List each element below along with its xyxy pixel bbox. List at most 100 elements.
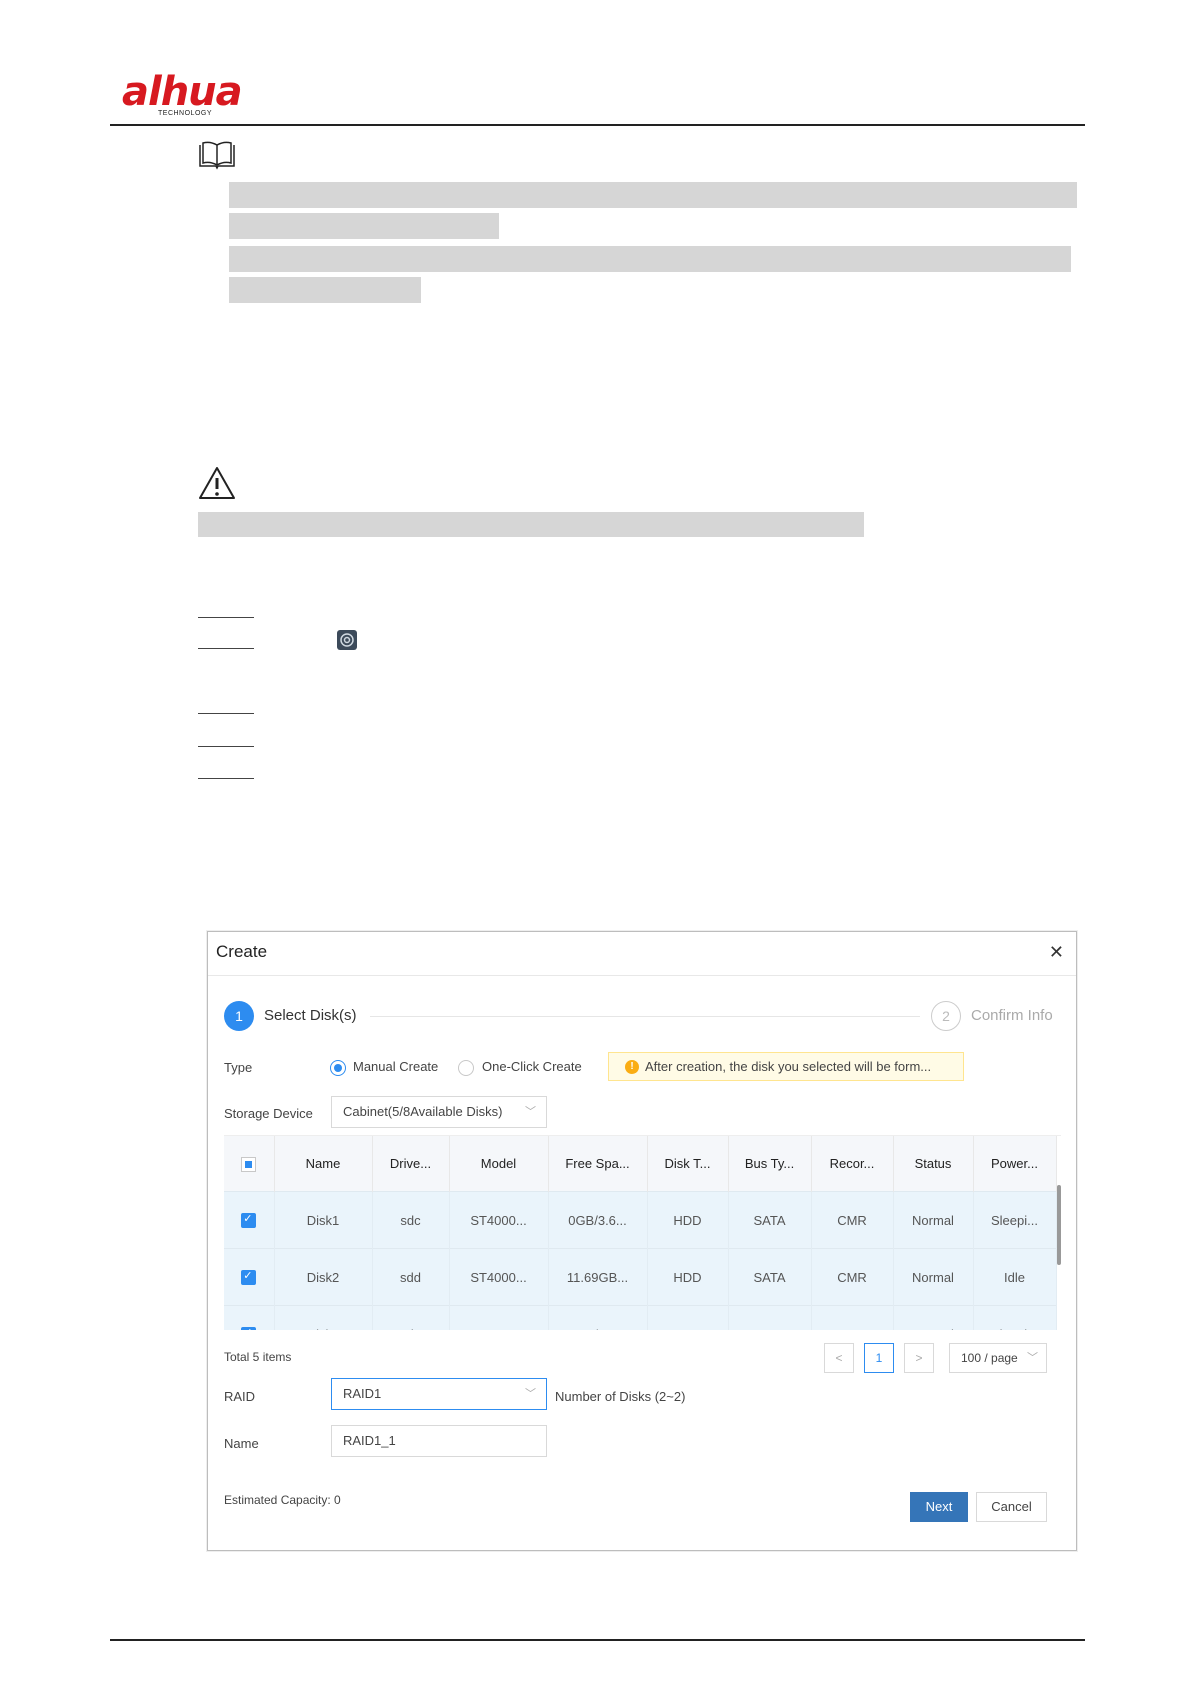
table-cell: Sleepi... <box>973 1305 1057 1330</box>
table-header-row: Name Drive... Model Free Spa... Disk T..… <box>224 1136 1057 1192</box>
warning-exclamation-icon: ! <box>625 1060 639 1074</box>
table-cell: CMR <box>811 1305 894 1330</box>
table-row[interactable]: Disk1 sdc ST4000... 0GB/3.6... HDD SATA … <box>224 1191 1057 1249</box>
one-click-create-radio[interactable] <box>458 1060 474 1076</box>
table-cell: HDD <box>647 1248 729 1306</box>
table-cell: HDD <box>647 1305 729 1330</box>
estimated-capacity: Estimated Capacity: 0 <box>224 1493 341 1507</box>
raid-type-select[interactable]: RAID1 ﹀ <box>331 1378 547 1410</box>
table-cell: Sleepi... <box>973 1191 1057 1249</box>
table-cell: ST4000... <box>449 1191 549 1249</box>
warning-text: After creation, the disk you selected wi… <box>645 1059 932 1074</box>
chevron-down-icon: ﹀ <box>525 1388 536 1400</box>
row-checkbox[interactable] <box>224 1248 275 1306</box>
step-2-indicator: 2 <box>931 1001 961 1031</box>
step-2-label: Confirm Info <box>971 1007 1053 1024</box>
page-size-select[interactable]: 100 / page ﹀ <box>949 1343 1047 1373</box>
storage-device-select[interactable]: Cabinet(5/8Available Disks) ﹀ <box>331 1096 547 1128</box>
column-header[interactable]: Bus Ty... <box>728 1136 812 1192</box>
manual-create-radio[interactable] <box>330 1060 346 1076</box>
logo-wordmark: alhua <box>122 69 243 115</box>
step-marker <box>198 617 254 618</box>
current-page-button[interactable]: 1 <box>864 1343 894 1373</box>
column-header[interactable]: Disk T... <box>647 1136 729 1192</box>
chevron-down-icon: ﹀ <box>525 1106 536 1118</box>
redacted-text <box>229 213 499 239</box>
next-page-button[interactable]: > <box>904 1343 934 1373</box>
one-click-create-label[interactable]: One-Click Create <box>482 1059 582 1074</box>
table-cell: Normal <box>893 1305 974 1330</box>
cancel-button[interactable]: Cancel <box>976 1492 1047 1522</box>
logo-subtitle: TECHNOLOGY <box>158 110 213 117</box>
table-cell: 0GB/3.6... <box>548 1191 648 1249</box>
create-raid-dialog: Create ✕ 1 Select Disk(s) 2 Confirm Info… <box>207 931 1077 1551</box>
redacted-text <box>229 182 1077 208</box>
row-checkbox[interactable] <box>224 1191 275 1249</box>
page-size-value: 100 / page <box>961 1351 1018 1365</box>
column-header[interactable]: Status <box>893 1136 974 1192</box>
table-row[interactable]: Disk2 sdd ST4000... 11.69GB... HDD SATA … <box>224 1248 1057 1306</box>
dialog-title: Create <box>216 942 268 961</box>
header-rule <box>110 124 1085 126</box>
dialog-divider <box>208 975 1076 976</box>
table-cell: Disk1 <box>274 1191 373 1249</box>
settings-gear-icon <box>337 630 357 650</box>
redacted-text <box>229 277 421 303</box>
chevron-down-icon: ﹀ <box>1027 1352 1038 1364</box>
next-button[interactable]: Next <box>910 1492 968 1522</box>
table-cell: CMR <box>811 1191 894 1249</box>
previous-page-button[interactable]: < <box>824 1343 854 1373</box>
step-1-indicator: 1 <box>224 1001 254 1031</box>
name-label: Name <box>224 1436 259 1451</box>
step-marker <box>198 713 254 714</box>
company-logo: alhua TECHNOLOGY <box>122 72 262 120</box>
table-cell: Idle <box>973 1248 1057 1306</box>
column-header[interactable]: Name <box>274 1136 373 1192</box>
manual-create-label[interactable]: Manual Create <box>353 1059 438 1074</box>
table-cell: 11.69GB... <box>548 1248 648 1306</box>
select-all-checkbox[interactable] <box>224 1136 275 1192</box>
disk-table: Name Drive... Model Free Spa... Disk T..… <box>224 1135 1061 1330</box>
table-cell: sdc <box>372 1191 450 1249</box>
format-warning-banner: ! After creation, the disk you selected … <box>608 1052 964 1081</box>
note-book-icon <box>198 140 236 175</box>
close-icon[interactable]: ✕ <box>1049 942 1064 963</box>
table-cell: SATA <box>728 1305 812 1330</box>
warning-triangle-icon <box>198 466 236 505</box>
table-cell: ST6000... <box>449 1305 549 1330</box>
step-marker <box>198 746 254 747</box>
storage-device-label: Storage Device <box>224 1106 313 1121</box>
redacted-text <box>198 512 864 537</box>
table-cell: sde <box>372 1305 450 1330</box>
row-checkbox[interactable] <box>224 1305 275 1330</box>
table-cell: 0GB/5.4... <box>548 1305 648 1330</box>
table-cell: CMR <box>811 1248 894 1306</box>
table-cell: Normal <box>893 1248 974 1306</box>
redacted-text <box>229 246 1071 272</box>
type-label: Type <box>224 1060 253 1075</box>
table-cell: Disk2 <box>274 1248 373 1306</box>
table-cell: sdd <box>372 1248 450 1306</box>
step-marker <box>198 778 254 779</box>
step-marker <box>198 648 254 649</box>
table-cell: SATA <box>728 1248 812 1306</box>
table-row[interactable]: Disk3 sde ST6000... 0GB/5.4... HDD SATA … <box>224 1305 1057 1330</box>
table-cell: HDD <box>647 1191 729 1249</box>
storage-device-value: Cabinet(5/8Available Disks) <box>343 1104 503 1119</box>
table-cell: Disk3 <box>274 1305 373 1330</box>
raid-label: RAID <box>224 1389 256 1404</box>
raid-disk-count-hint: Number of Disks (2~2) <box>555 1389 686 1404</box>
raid-name-input[interactable]: RAID1_1 <box>331 1425 547 1457</box>
total-items-label: Total 5 items <box>224 1350 292 1364</box>
column-header[interactable]: Free Spa... <box>548 1136 648 1192</box>
table-scrollbar[interactable] <box>1057 1185 1061 1265</box>
step-1-label: Select Disk(s) <box>264 1007 357 1024</box>
column-header[interactable]: Drive... <box>372 1136 450 1192</box>
step-progress-line <box>370 1016 920 1017</box>
column-header[interactable]: Model <box>449 1136 549 1192</box>
table-cell: SATA <box>728 1191 812 1249</box>
table-cell: Normal <box>893 1191 974 1249</box>
raid-type-value: RAID1 <box>343 1386 382 1401</box>
column-header[interactable]: Power... <box>973 1136 1057 1192</box>
column-header[interactable]: Recor... <box>811 1136 894 1192</box>
